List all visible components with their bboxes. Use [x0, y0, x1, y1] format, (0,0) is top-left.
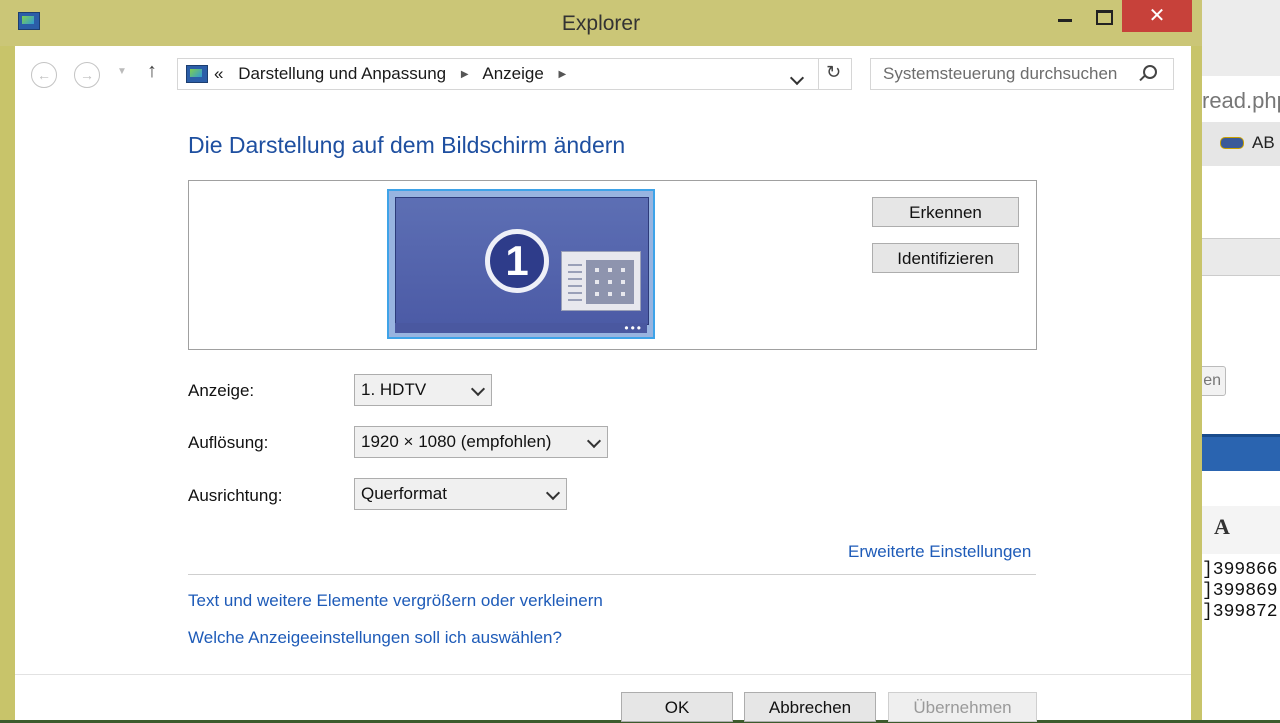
- breadcrumb-separator-icon[interactable]: ▶: [461, 69, 469, 80]
- background-number: ]399869: [1202, 581, 1278, 601]
- back-button[interactable]: ←: [31, 62, 57, 88]
- minimize-button[interactable]: [1043, 0, 1087, 32]
- window-title: Explorer: [561, 12, 641, 35]
- page-title: Die Darstellung auf dem Bildschirm änder…: [188, 132, 626, 158]
- title-bar[interactable]: Explorer ✕: [0, 0, 1202, 46]
- background-number: ]399866: [1202, 560, 1278, 580]
- recent-locations-button[interactable]: ▼: [117, 66, 127, 77]
- footer-divider: [15, 674, 1191, 675]
- display-select[interactable]: 1. HDTV: [354, 374, 492, 406]
- chevron-down-icon: [470, 375, 486, 405]
- resolution-label: Auflösung:: [188, 433, 269, 452]
- address-bar[interactable]: « Darstellung und Anpassung ▶ Anzeige ▶ …: [177, 58, 852, 90]
- orientation-select[interactable]: Querformat: [354, 478, 567, 510]
- up-button[interactable]: ↑: [147, 60, 157, 83]
- monitor-taskbar: [395, 323, 647, 333]
- apply-button[interactable]: Übernehmen: [888, 692, 1037, 722]
- background-bookmark-label: AB: [1252, 133, 1275, 152]
- background-blue-bar: [1190, 434, 1280, 471]
- background-panel: [1190, 238, 1280, 276]
- background-url-fragment: read.php: [1202, 88, 1280, 113]
- monitor-1-tile[interactable]: ••• 1: [387, 189, 655, 339]
- breadcrumb-overflow[interactable]: «: [214, 64, 223, 83]
- address-divider: [818, 59, 819, 89]
- arrow-right-icon: →: [80, 67, 94, 83]
- background-number-list: ]399866 ]399869 ]399872: [1202, 560, 1278, 623]
- search-icon[interactable]: [1143, 64, 1157, 84]
- orientation-select-value: Querformat: [361, 484, 447, 503]
- detect-button[interactable]: Erkennen: [872, 197, 1019, 227]
- resolution-select-value: 1920 × 1080 (empfohlen): [361, 432, 552, 451]
- arrow-left-icon: ←: [37, 67, 51, 83]
- background-bookmark-icon: [1220, 137, 1244, 149]
- search-placeholder: Systemsteuerung durchsuchen: [883, 64, 1118, 83]
- background-window: read.php AB en A ]399866 ]399869 ]399872: [1190, 0, 1280, 720]
- minimize-icon: [1058, 18, 1072, 22]
- breadcrumb: « Darstellung und Anpassung ▶ Anzeige ▶: [214, 64, 576, 84]
- chevron-down-icon: [545, 479, 561, 509]
- forward-button[interactable]: →: [74, 62, 100, 88]
- panel-grid: [586, 260, 634, 304]
- background-window-header: [1190, 0, 1280, 76]
- text-size-link[interactable]: Text und weitere Elemente vergrößern ode…: [188, 591, 603, 611]
- search-input[interactable]: Systemsteuerung durchsuchen: [870, 58, 1174, 90]
- refresh-icon: ↻: [826, 62, 842, 82]
- background-number: ]399872: [1202, 602, 1278, 622]
- display-label: Anzeige:: [188, 381, 255, 400]
- close-button[interactable]: ✕: [1122, 0, 1192, 32]
- chevron-down-icon: [789, 70, 805, 86]
- background-editor-toolbar: [1190, 506, 1280, 554]
- display-settings-window: Explorer ✕ ← → ▼ ↑ « Darstellung und Anp…: [0, 0, 1202, 722]
- maximize-button[interactable]: [1082, 0, 1126, 32]
- panel-lines: [568, 264, 582, 304]
- chevron-down-icon: ▼: [117, 66, 127, 77]
- maximize-icon: [1095, 9, 1113, 25]
- refresh-button[interactable]: ↻: [826, 62, 841, 83]
- breadcrumb-item-display[interactable]: Anzeige: [482, 64, 543, 83]
- display-select-value: 1. HDTV: [361, 380, 427, 399]
- close-icon: ✕: [1148, 5, 1166, 27]
- breadcrumb-item-appearance[interactable]: Darstellung und Anpassung: [238, 64, 446, 83]
- cancel-button[interactable]: Abbrechen: [744, 692, 876, 722]
- arrow-up-icon: ↑: [147, 60, 157, 82]
- monitor-dots-icon: •••: [624, 321, 643, 335]
- identify-button[interactable]: Identifizieren: [872, 243, 1019, 273]
- address-history-button[interactable]: [789, 65, 805, 86]
- which-settings-link[interactable]: Welche Anzeigeeinstellungen soll ich aus…: [188, 628, 562, 648]
- control-panel-icon: [186, 65, 208, 83]
- resolution-select[interactable]: 1920 × 1080 (empfohlen): [354, 426, 608, 458]
- orientation-label: Ausrichtung:: [188, 486, 283, 505]
- background-font-button: A: [1214, 514, 1230, 539]
- section-divider: [188, 574, 1036, 575]
- monitor-preview-area: ••• 1 Erkennen Identifizieren: [188, 180, 1037, 350]
- start-screen-icon: [561, 251, 641, 311]
- chevron-down-icon: [586, 427, 602, 457]
- advanced-settings-link[interactable]: Erweiterte Einstellungen: [848, 542, 1031, 562]
- ok-button[interactable]: OK: [621, 692, 733, 722]
- breadcrumb-separator-icon[interactable]: ▶: [559, 69, 567, 80]
- window-content: ← → ▼ ↑ « Darstellung und Anpassung ▶ An…: [15, 46, 1191, 722]
- magnifier-glyph: [1143, 65, 1157, 79]
- monitor-number-badge: 1: [485, 229, 549, 293]
